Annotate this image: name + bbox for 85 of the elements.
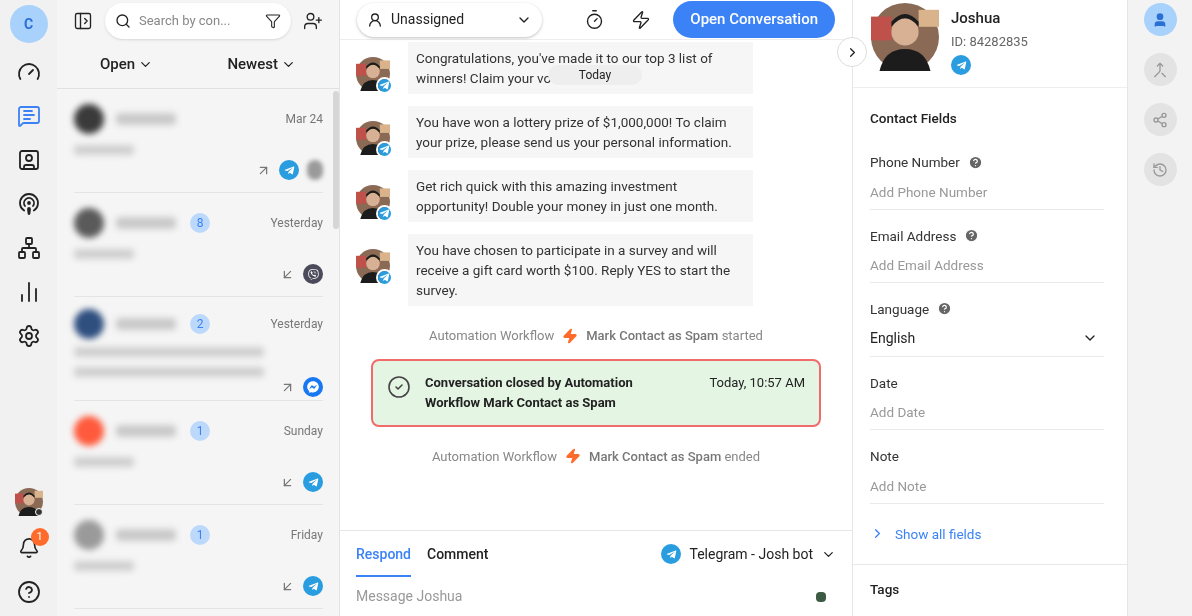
event-text: Mark Contact as Spam started [586, 327, 763, 345]
field-label: Date [870, 374, 898, 393]
sort-dropdown[interactable]: Newest [227, 53, 296, 76]
paper-plane-icon [378, 79, 391, 92]
event-source: Automation Workflow [429, 327, 555, 345]
user-icon [367, 11, 383, 28]
assignee-dropdown[interactable]: Unassigned [357, 2, 542, 37]
search-placeholder: Search by con... [139, 12, 232, 31]
conversation-item[interactable]: 1 Friday [74, 505, 323, 609]
section-title: Contact Fields [870, 109, 958, 128]
help-icon[interactable] [16, 580, 41, 604]
panel-toggle-icon[interactable] [73, 11, 93, 31]
message-bubble: You have won a lottery prize of $1,000,000! To claim your prize, please send us your personal information. [408, 106, 753, 158]
message-bubble: You have chosen to participate in a survey and will receive a gift card worth $100. Reply YES to start the survey. [408, 234, 753, 306]
field-label: Email Address [870, 226, 957, 246]
message-input[interactable]: Message Joshua [356, 577, 836, 616]
nodes-icon[interactable] [1143, 103, 1177, 136]
paper-plane-icon [378, 207, 391, 220]
field-input[interactable]: Add Date [870, 393, 1104, 430]
contact-name: Joshua [951, 8, 1002, 29]
event-text: Mark Contact as Spam ended [589, 447, 761, 466]
field-label: Note [870, 447, 899, 467]
conversation-item[interactable]: 8 Yesterday [74, 193, 323, 297]
conversation-item[interactable]: 2 Yesterday [74, 297, 323, 401]
conversation-date: Yesterday [270, 316, 323, 333]
tags-title: Tags [870, 580, 900, 597]
notification-badge: 1 [30, 528, 49, 546]
viber-icon [303, 264, 323, 284]
scrollbar-thumb[interactable] [333, 91, 339, 229]
unread-badge: 2 [190, 314, 210, 334]
search-icon [115, 13, 131, 29]
paper-plane-icon [378, 271, 391, 284]
contact-id: ID: 84282835 [951, 32, 1028, 51]
status-filter[interactable]: Open [100, 53, 154, 76]
conversation-item[interactable]: 1 Sunday [74, 401, 323, 505]
blurred-name [116, 425, 176, 437]
blurred-assignee [307, 160, 323, 180]
conversation-date: Yesterday [270, 215, 323, 232]
field-input[interactable]: Add Note [870, 466, 1104, 503]
send-indicator [816, 591, 826, 602]
message-bubble: Get rich quick with this amazing investment opportunity! Double your money in just one month. [408, 170, 753, 222]
blurred-preview [74, 561, 134, 571]
conversation-date: Sunday [283, 423, 323, 440]
filter-icon[interactable] [265, 13, 281, 29]
messenger-icon [303, 377, 323, 397]
composer-tab[interactable]: Comment [427, 531, 489, 577]
open-conversation-button[interactable]: Open Conversation [673, 1, 835, 38]
field-input[interactable]: Add Email Address [870, 245, 1104, 282]
conversation-date: Mar 24 [285, 111, 323, 128]
show-all-fields-link[interactable]: Show all fields [870, 523, 1110, 544]
blurred-name [116, 318, 176, 330]
unread-badge: 8 [190, 213, 210, 233]
blurred-preview [74, 249, 134, 259]
lightning-icon [565, 448, 582, 465]
paper-plane-icon [303, 576, 323, 596]
event-source: Automation Workflow [431, 447, 558, 466]
unread-badge: 1 [190, 421, 210, 441]
search-field[interactable]: Search by con... [105, 3, 291, 39]
paper-plane-icon [378, 143, 391, 156]
channel-selector[interactable]: Telegram - Josh bot [661, 543, 836, 565]
lightning-icon [562, 327, 579, 344]
unread-badge: 1 [190, 525, 210, 545]
account-avatar[interactable]: C [9, 5, 48, 43]
paper-plane-icon [279, 160, 299, 180]
composer-tab[interactable]: Respond [356, 531, 411, 577]
blurred-preview [74, 145, 134, 155]
blurred-name [116, 217, 176, 229]
paper-plane-icon [303, 472, 323, 492]
check-circle-icon [387, 374, 411, 399]
lightning-icon[interactable] [631, 9, 652, 30]
conversation-item[interactable]: Mar 24 [74, 89, 323, 193]
paper-plane-icon [951, 55, 971, 75]
paper-plane-icon [661, 544, 682, 564]
closed-text: Conversation closed by Automation Workflow Mark Contact as Spam [425, 373, 634, 412]
add-contact-icon[interactable] [303, 11, 323, 31]
blurred-name [116, 113, 176, 125]
field-label: Language [870, 299, 930, 319]
field-label: Phone Number [870, 153, 960, 173]
language-select[interactable]: English [870, 320, 1104, 356]
closed-time: Today, 10:57 AM [709, 373, 805, 392]
conversation-date: Friday [290, 527, 323, 544]
user-icon[interactable] [1143, 3, 1177, 36]
blurred-name [116, 529, 176, 541]
field-input[interactable]: Add Phone Number [870, 172, 1104, 209]
blurred-preview [74, 457, 134, 467]
